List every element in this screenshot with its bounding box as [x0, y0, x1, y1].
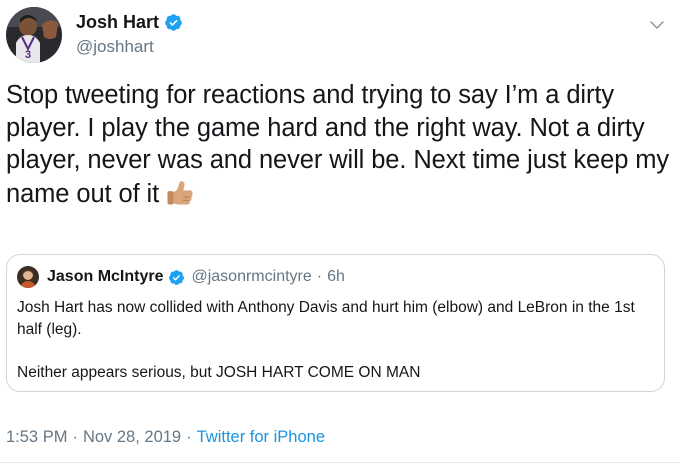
author-handle[interactable]: @joshhart [76, 36, 154, 58]
author-name-row: Josh Hart [76, 10, 183, 34]
chevron-down-icon[interactable] [648, 16, 666, 34]
author-avatar[interactable]: 3 [6, 7, 62, 63]
quoted-timestamp[interactable]: 6h [327, 266, 345, 288]
divider [0, 462, 680, 463]
verified-badge-icon [169, 269, 185, 285]
quoted-author-name[interactable]: Jason McIntyre [47, 266, 163, 288]
quoted-header: Jason McIntyre @jasonrmcintyre · 6h [47, 266, 345, 288]
quoted-separator: · [316, 268, 323, 285]
tweet-source-link[interactable]: Twitter for iPhone [197, 428, 325, 446]
tweet-card: 3 Josh Hart @joshhart Stop tweeting for … [0, 0, 680, 466]
jersey-number: 3 [25, 49, 31, 61]
tweet-meta: 1:53 PM · Nov 28, 2019 · Twitter for iPhone [6, 426, 325, 448]
tweet-text-container: Stop tweeting for reactions and trying t… [6, 79, 674, 210]
quoted-author-handle[interactable]: @jasonrmcintyre [191, 266, 311, 288]
meta-separator: · [72, 428, 78, 446]
quoted-paragraph: Neither appears serious, but JOSH HART C… [17, 363, 421, 381]
quoted-paragraph: Josh Hart has now collided with Anthony … [17, 299, 635, 338]
quoted-author-avatar-image [17, 266, 39, 288]
author-avatar-image: 3 [6, 7, 62, 63]
verified-badge-icon [165, 13, 182, 31]
author-name[interactable]: Josh Hart [76, 10, 159, 34]
tweet-time[interactable]: 1:53 PM [6, 428, 67, 446]
tweet-text: Stop tweeting for reactions and trying t… [6, 81, 670, 208]
quoted-tweet[interactable]: Jason McIntyre @jasonrmcintyre · 6h Josh… [6, 254, 665, 392]
tweet-date[interactable]: Nov 28, 2019 [83, 428, 181, 446]
meta-separator: · [186, 428, 192, 446]
quoted-text: Josh Hart has now collided with Anthony … [17, 297, 647, 383]
thumbs-up-icon [167, 180, 193, 204]
quoted-author-avatar[interactable] [17, 266, 39, 288]
